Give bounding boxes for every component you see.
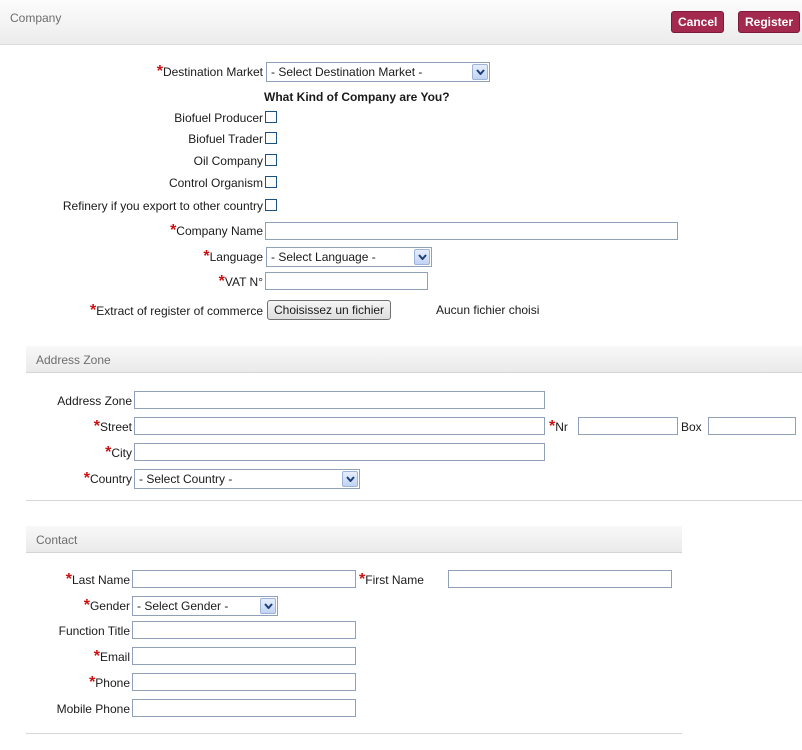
type-label-control-organism: Control Organism	[168, 176, 263, 190]
contact-section-header: Contact	[26, 526, 682, 553]
checkbox-oil-company[interactable]	[265, 154, 277, 166]
first-name-field[interactable]	[448, 570, 672, 588]
city-label: *City	[105, 444, 132, 461]
type-label-oil-company: Oil Company	[193, 154, 263, 168]
nr-field[interactable]	[578, 417, 678, 435]
checkbox-control-organism[interactable]	[265, 176, 277, 188]
first-name-label: *First Name	[359, 571, 424, 588]
type-label-refinery: Refinery if you export to other country	[62, 199, 263, 213]
phone-label: *Phone	[89, 674, 130, 691]
nr-label: *Nr	[549, 418, 568, 435]
chevron-down-icon	[260, 598, 276, 614]
street-field[interactable]	[134, 417, 545, 435]
mobile-phone-label: Mobile Phone	[56, 702, 130, 716]
street-label: *Street	[93, 418, 132, 435]
type-label-biofuel-trader: Biofuel Trader	[188, 132, 263, 146]
vat-field[interactable]	[265, 272, 428, 290]
country-select[interactable]: - Select Country -	[134, 469, 360, 489]
company-name-field[interactable]	[265, 222, 678, 240]
company-header-title: Company	[10, 11, 62, 25]
address-section-header: Address Zone	[26, 346, 802, 373]
destination-market-label: *Destination Market	[156, 63, 263, 80]
vat-label: *VAT N°	[218, 273, 263, 290]
gender-select[interactable]: - Select Gender -	[132, 596, 278, 616]
function-title-label: Function Title	[58, 624, 130, 638]
company-type-question: What Kind of Company are You?	[264, 90, 450, 104]
last-name-label: *Last Name	[65, 571, 130, 588]
register-button[interactable]: Register	[738, 11, 801, 33]
box-label: Box	[681, 420, 702, 434]
chevron-down-icon	[472, 64, 488, 80]
language-select[interactable]: - Select Language -	[266, 247, 432, 267]
country-label: *Country	[83, 470, 132, 487]
language-label: *Language	[203, 248, 263, 265]
file-status-text: Aucun fichier choisi	[436, 303, 540, 317]
extract-register-label: *Extract of register of commerce	[90, 302, 263, 319]
choose-file-button[interactable]: Choisissez un fichier	[267, 300, 392, 320]
city-field[interactable]	[134, 443, 545, 461]
chevron-down-icon	[342, 471, 358, 487]
chevron-down-icon	[414, 249, 430, 265]
email-field[interactable]	[132, 647, 356, 665]
gender-label: *Gender	[83, 597, 130, 614]
cancel-button[interactable]: Cancel	[671, 11, 725, 33]
address-section-divider	[26, 500, 802, 501]
last-name-field[interactable]	[132, 570, 356, 588]
checkbox-refinery[interactable]	[265, 199, 277, 211]
checkbox-biofuel-trader[interactable]	[265, 132, 277, 144]
type-label-biofuel-producer: Biofuel Producer	[174, 111, 263, 125]
destination-market-select[interactable]: - Select Destination Market -	[266, 62, 490, 82]
company-name-label: *Company Name	[170, 222, 263, 239]
checkbox-biofuel-producer[interactable]	[265, 111, 277, 123]
address-zone-field[interactable]	[134, 391, 545, 409]
email-label: *Email	[93, 648, 130, 665]
function-title-field[interactable]	[132, 621, 356, 639]
contact-section-divider	[26, 733, 682, 734]
box-field[interactable]	[708, 417, 796, 435]
mobile-phone-field[interactable]	[132, 699, 356, 717]
phone-field[interactable]	[132, 673, 356, 691]
address-zone-label: Address Zone	[57, 394, 132, 408]
